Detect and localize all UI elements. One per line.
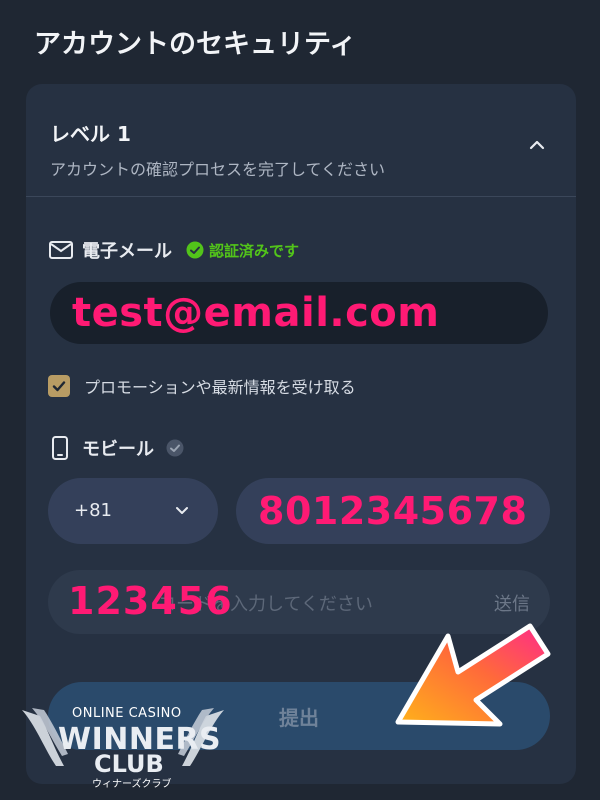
email-value: test@email.com (72, 290, 440, 336)
logo-club-text: CLUB (94, 750, 164, 778)
level-subtitle: アカウントの確認プロセスを完了してください (50, 160, 386, 179)
country-code-value: +81 (74, 500, 112, 521)
submit-label: 提出 (279, 705, 319, 730)
verified-status: 認証済みです (209, 241, 300, 260)
page-title: アカウントのセキュリティ (34, 29, 357, 60)
promo-checkbox[interactable] (48, 375, 70, 397)
code-value: 123456 (68, 579, 233, 623)
smartphone-icon (52, 436, 68, 460)
send-code-button[interactable]: 送信 (494, 590, 530, 616)
checkmark-icon (52, 381, 66, 392)
check-circle-icon (166, 439, 184, 457)
email-label: 電子メール (82, 241, 172, 262)
verified-badge: 認証済みです (186, 240, 299, 261)
logo-top-text: ONLINE CASINO (72, 706, 182, 721)
chevron-down-icon (176, 507, 188, 514)
mobile-label-row: モビール (50, 434, 184, 462)
pointer-arrow-icon (395, 623, 551, 727)
chevron-up-icon[interactable] (526, 134, 548, 156)
country-code-select[interactable]: +81 (48, 478, 218, 544)
divider (26, 196, 576, 197)
mail-icon (49, 241, 73, 259)
promo-row[interactable]: プロモーションや最新情報を受け取る (48, 374, 356, 398)
email-field[interactable]: test@email.com (50, 282, 548, 344)
email-label-row: 電子メール 認証済みです (48, 236, 299, 264)
phone-value: 8012345678 (258, 489, 528, 533)
winners-club-logo: ONLINE CASINO WINNERS CLUB ウィナーズクラブ (18, 700, 228, 790)
check-circle-icon (186, 241, 204, 259)
level-header[interactable]: レベル 1 アカウントの確認プロセスを完了してください (26, 84, 576, 196)
phone-field[interactable]: 8012345678 (236, 478, 550, 544)
promo-label: プロモーションや最新情報を受け取る (84, 378, 356, 397)
level-title: レベル 1 (50, 122, 131, 146)
logo-sub-text: ウィナーズクラブ (92, 779, 172, 790)
mobile-label: モビール (82, 439, 154, 460)
